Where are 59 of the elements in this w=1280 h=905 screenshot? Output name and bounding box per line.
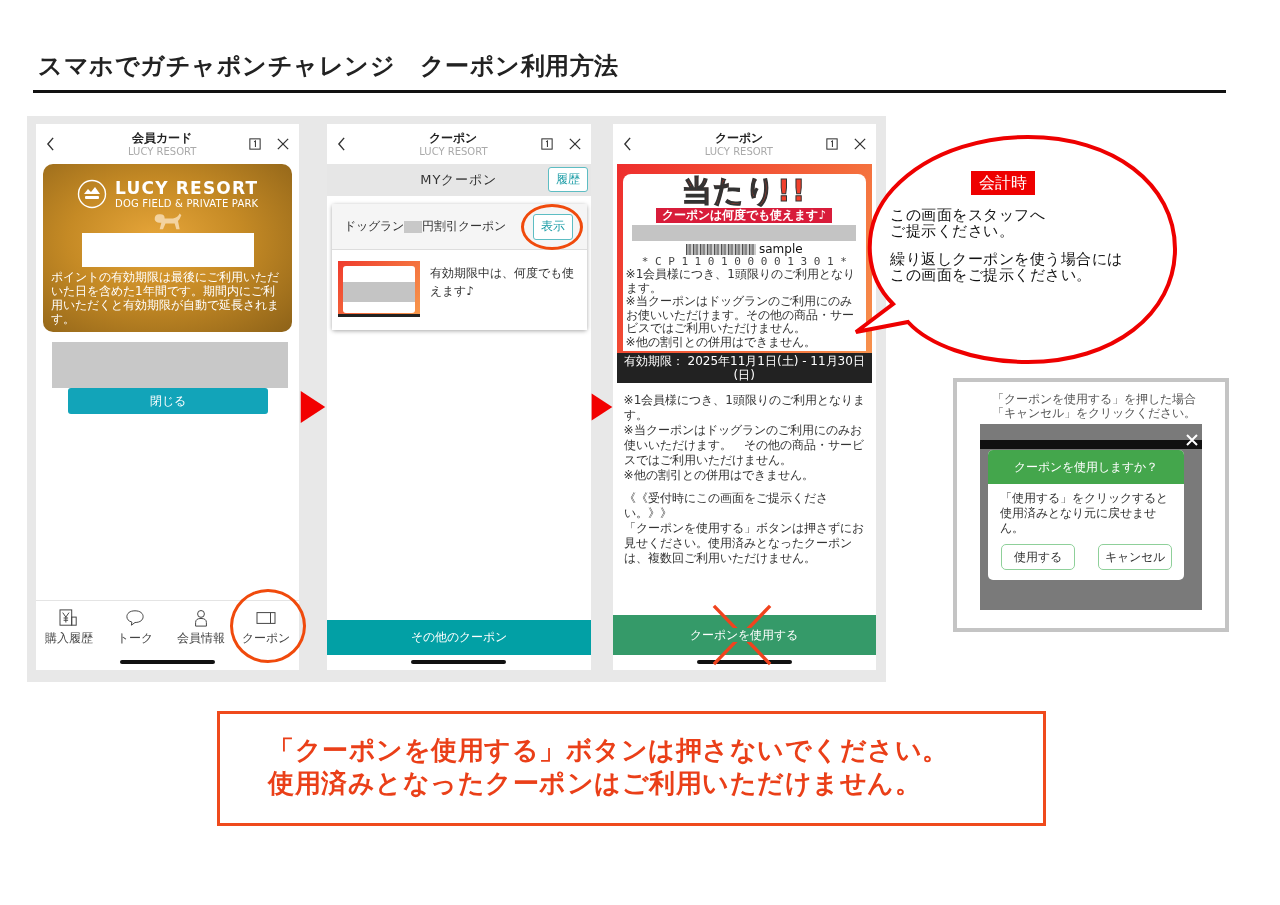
screen-title: クーポン (429, 130, 478, 146)
back-icon[interactable] (46, 137, 55, 151)
dialog-message: 「使用する」をクリックすると使用済みとなり元に戻せません。 (999, 490, 1169, 536)
bubble-text: この画面をご提示ください。 (890, 267, 1092, 283)
close-icon[interactable] (277, 138, 290, 150)
account-name: LUCY RESORT (419, 145, 488, 158)
brand-tagline: DOG FIELD & PRIVATE PARK (115, 198, 259, 209)
back-icon[interactable] (337, 137, 347, 151)
screen-title: 会員カード (132, 130, 193, 146)
ticket-icon (256, 609, 277, 627)
validity-period: 有効期限： 2025年11月1日(土) - 11月30日(日) (616, 353, 872, 383)
badge: 会計時 (971, 171, 1035, 195)
account-name: LUCY RESORT (128, 145, 197, 158)
coupon-description: 有効期限中は、何度でも使えます♪ (430, 265, 576, 300)
bubble-text: ご提示ください。 (890, 223, 1014, 239)
tab-item[interactable]: 購入履歴 (36, 601, 102, 655)
brand-name: LUCY RESORT (115, 178, 259, 198)
dialog-button[interactable]: 使用する (1001, 544, 1075, 570)
card-note: ポイントの有効期限は最後にご利用いただいた日を含めた1年間です。期間内にご利用いただくと有効期限が自動で延長されます。 (50, 270, 280, 326)
bubble-text: 繰り返しクーポンを使う場合には (890, 251, 1123, 267)
logo-icon (77, 178, 108, 209)
bubble-text: この画面をスタッフへ (890, 207, 1045, 223)
chat-bubble-icon (124, 609, 145, 627)
close-icon[interactable] (568, 138, 581, 150)
back-icon[interactable] (622, 137, 632, 151)
terms-text: ※他の割引との併用はできません。 (623, 468, 815, 483)
dialog-caption: 「クーポンを使用する」を押した場合 (992, 392, 1196, 406)
tab-count-icon[interactable] (826, 138, 838, 150)
account-name: LUCY RESORT (704, 145, 773, 158)
coupon-note: ※当クーポンはドッグランのご利用にのみお使いいただけます。その他の商品・サービスではご利用いただけません。 (624, 295, 855, 336)
receipt-icon (58, 609, 79, 627)
warning-text: 「クーポンを使用する」ボタンは押さないでください。 (268, 734, 949, 767)
close-icon[interactable] (854, 138, 866, 150)
screen-title: クーポン (714, 130, 763, 146)
tab-item[interactable]: クーポン (233, 601, 300, 655)
tab-item[interactable]: 会員情報 (167, 601, 234, 655)
notice-text: 「クーポンを使用する」ボタンは押さずにお見せください。使用済みとなったクーポンは、複数回ご利用いただけません。 (623, 521, 865, 566)
barcode-number: * C P 1 1 0 1 0 0 0 0 1 3 0 1 * (641, 256, 847, 268)
warning-text: 使用済みとなったクーポンはご利用いただけません。 (268, 767, 921, 800)
coupon-note: ※1会員様につき、1頭限りのご利用となります。 (624, 268, 856, 295)
notice-text: 《《受付時にこの画面をご提示ください。》》 (623, 491, 829, 521)
barcode-label: sample (759, 243, 803, 256)
coupon-headline: 当たり!! (682, 176, 807, 206)
tab-count-icon[interactable] (540, 138, 553, 150)
dialog-caption: 「キャンセル」をクリックください。 (992, 406, 1196, 420)
section-title: MYクーポン (420, 171, 498, 189)
terms-text: ※1会員様につき、1頭限りのご利用となります。 (623, 393, 866, 423)
history-button[interactable]: 履歴 (547, 167, 588, 192)
use-coupon-button[interactable]: クーポンを使用する (612, 615, 876, 655)
coupon-thumbnail[interactable] (338, 261, 421, 317)
dialog-title: クーポンを使用しますか？ (988, 450, 1184, 484)
coupon-ribbon: クーポンは何度でも使えます♪ (656, 208, 833, 223)
tab-count-icon[interactable] (249, 138, 262, 150)
page-title: スマホでガチャポンチャレンジ クーポン利用方法 (37, 51, 620, 82)
terms-text: ※当クーポンはドッグランのご利用にのみお使いいただけます。 その他の商品・サービスではご利用いただけません。 (623, 423, 865, 468)
coupon-name: ドッグラン 円割引クーポン (344, 218, 508, 235)
coupon-note: ※他の割引との併用はできません。 (624, 335, 817, 349)
tab-item[interactable]: トーク (101, 601, 168, 655)
dialog-button[interactable]: キャンセル (1098, 544, 1172, 570)
